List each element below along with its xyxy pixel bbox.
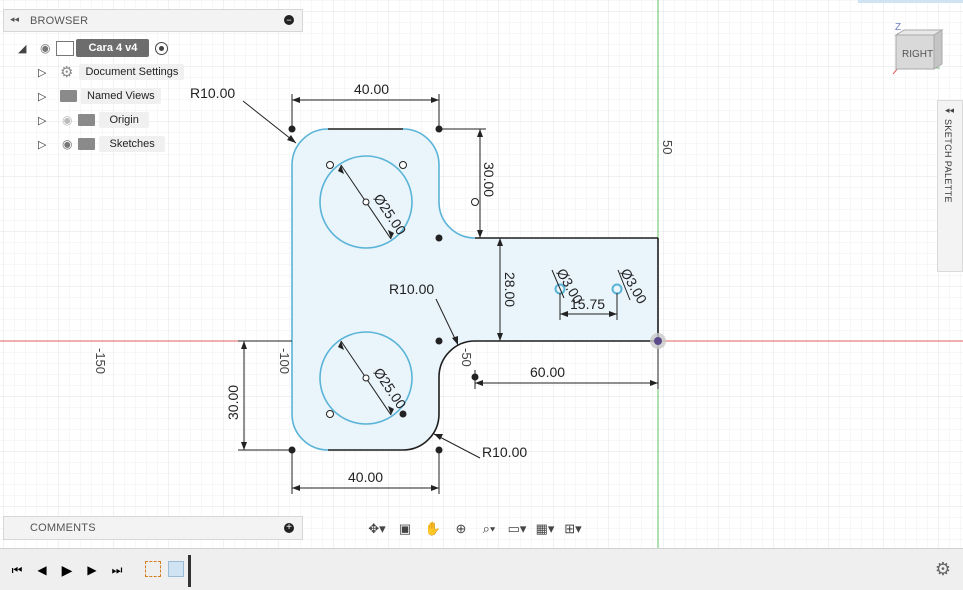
add-comment-icon[interactable]: + <box>284 523 294 533</box>
expand-arrow-icon[interactable]: ▷ <box>38 90 54 103</box>
viewcube-face[interactable]: RIGHT <box>902 49 933 60</box>
eye-icon[interactable]: ◉ <box>62 137 72 151</box>
top-right-indicator <box>858 0 963 3</box>
browser-item-label: Named Views <box>81 88 161 104</box>
look-at-icon[interactable]: ▣ <box>392 518 418 540</box>
browser-panel: ◂◂ BROWSER − <box>3 9 303 32</box>
browser-title: BROWSER <box>30 15 89 27</box>
folder-icon <box>78 114 96 126</box>
grid-settings-icon[interactable]: ▦▾ <box>532 518 558 540</box>
step-back-icon[interactable]: ◀ <box>33 561 51 579</box>
browser-minimize-icon[interactable]: − <box>284 15 294 25</box>
dim-radius-mid[interactable]: R10.00 <box>389 281 434 297</box>
pan-icon[interactable]: ✋ <box>420 518 446 540</box>
expand-arrow-icon[interactable]: ▷ <box>38 114 54 127</box>
step-forward-icon[interactable]: ▶ <box>83 561 101 579</box>
eye-hidden-icon[interactable]: ◉ <box>62 113 72 127</box>
expand-arrow-icon[interactable]: ▷ <box>38 66 54 79</box>
timeline: ⏮ ◀ ▶ ▶ ⏭ ⚙ <box>0 548 963 590</box>
expand-triangle-icon[interactable]: ◢ <box>18 42 34 55</box>
sketch-palette-title: SKETCH PALETTE <box>943 119 953 203</box>
sketch-palette[interactable]: ◂◂ SKETCH PALETTE <box>937 100 963 272</box>
grid-label-neg50: -50 <box>459 348 474 367</box>
orbit-icon[interactable]: ✥▾ <box>364 518 390 540</box>
origin-point[interactable] <box>650 333 666 349</box>
go-to-start-icon[interactable]: ⏮ <box>8 561 26 579</box>
dim-flange-length[interactable]: 60.00 <box>530 364 565 380</box>
collapse-browser-icon[interactable]: ◂◂ <box>10 14 19 25</box>
browser-root-row[interactable]: ◢ ◉ Cara 4 v4 <box>18 38 169 58</box>
browser-item-named-views[interactable]: ▷ Named Views <box>38 86 161 106</box>
dim-radius-top[interactable]: R10.00 <box>190 85 235 101</box>
dim-flange-height[interactable]: 28.00 <box>502 272 518 307</box>
folder-icon <box>60 90 77 102</box>
grid-label-neg100: -100 <box>277 348 292 374</box>
grid-label-50: 50 <box>660 140 675 154</box>
browser-item-label: Origin <box>99 112 149 128</box>
fit-icon[interactable]: ⌕▾ <box>476 518 502 540</box>
folder-icon <box>78 138 96 150</box>
viewcube-axis-z: Z <box>895 22 901 33</box>
settings-icon[interactable]: ⚙ <box>935 559 951 580</box>
comments-panel: COMMENTS + <box>3 516 303 540</box>
browser-item-origin[interactable]: ▷ ◉ Origin <box>38 110 149 130</box>
comments-title: COMMENTS <box>30 522 96 534</box>
activate-icon[interactable] <box>155 41 169 55</box>
dim-left-height[interactable]: 30.00 <box>225 385 241 420</box>
display-settings-icon[interactable]: ▭▾ <box>504 518 530 540</box>
feature-icon[interactable] <box>168 561 184 577</box>
dim-right-height[interactable]: 30.00 <box>481 162 497 197</box>
timeline-marker[interactable] <box>188 555 191 587</box>
dim-radius-bottom[interactable]: R10.00 <box>482 444 527 460</box>
play-icon[interactable]: ▶ <box>58 561 76 579</box>
gear-icon: ⚙ <box>60 64 74 81</box>
sketch-feature-icon[interactable] <box>145 561 161 577</box>
document-icon <box>56 40 75 56</box>
viewports-icon[interactable]: ⊞▾ <box>560 518 586 540</box>
browser-item-sketches[interactable]: ▷ ◉ Sketches <box>38 134 165 154</box>
browser-root-label[interactable]: Cara 4 v4 <box>76 39 150 57</box>
expand-arrow-icon[interactable]: ▷ <box>38 138 54 151</box>
grid-label-neg150: -150 <box>93 348 108 374</box>
dim-top-width[interactable]: 40.00 <box>354 81 389 97</box>
viewcube[interactable]: Z RIGHT <box>892 22 944 75</box>
browser-item-label: Sketches <box>99 136 165 152</box>
go-to-end-icon[interactable]: ⏭ <box>108 561 126 579</box>
expand-palette-icon[interactable]: ◂◂ <box>945 105 954 116</box>
eye-icon[interactable]: ◉ <box>40 41 50 55</box>
browser-item-document-settings[interactable]: ▷ ⚙ Document Settings <box>38 62 185 82</box>
browser-item-label: Document Settings <box>79 64 185 80</box>
zoom-icon[interactable]: ⊕ <box>448 518 474 540</box>
dim-bottom-width[interactable]: 40.00 <box>348 469 383 485</box>
navigation-toolbar: ✥▾ ▣ ✋ ⊕ ⌕▾ ▭▾ ▦▾ ⊞▾ <box>364 517 600 541</box>
